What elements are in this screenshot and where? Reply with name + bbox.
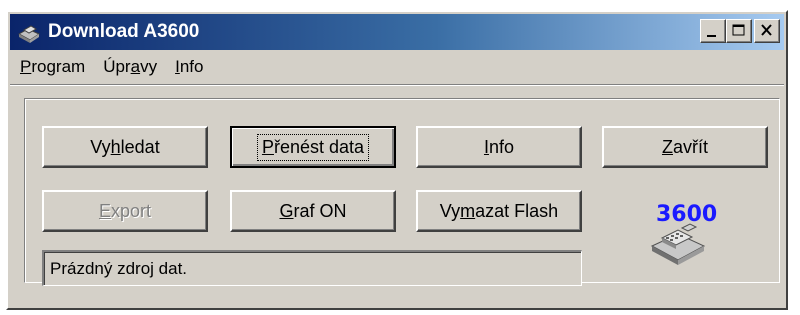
export-button[interactable]: Export bbox=[42, 190, 208, 232]
status-field: Prázdný zdroj dat. bbox=[42, 250, 582, 286]
menu-info[interactable]: Info bbox=[167, 57, 211, 77]
search-button[interactable]: Vy h ledat bbox=[42, 126, 208, 168]
menu-separator bbox=[10, 84, 784, 86]
transfer-data-button[interactable]: Přenést data bbox=[230, 126, 396, 168]
title-bar[interactable]: Download A3600 bbox=[10, 14, 784, 50]
minimize-button[interactable] bbox=[700, 19, 726, 43]
menu-bar: Program Úpravy Info bbox=[10, 52, 784, 82]
erase-flash-button[interactable]: Vy m azat Flash bbox=[416, 190, 582, 232]
focus-rectangle: Přenést data bbox=[256, 133, 370, 161]
info-button[interactable]: Info bbox=[416, 126, 582, 168]
maximize-button[interactable] bbox=[726, 19, 752, 43]
cash-register-icon bbox=[650, 223, 706, 265]
minimize-icon bbox=[707, 35, 716, 37]
window-controls bbox=[700, 19, 780, 43]
cash-register-icon bbox=[17, 25, 41, 43]
close-icon bbox=[761, 24, 772, 36]
close-window-button[interactable] bbox=[754, 19, 780, 43]
menu-program[interactable]: Program bbox=[12, 57, 93, 77]
maximize-icon bbox=[732, 24, 745, 36]
graph-on-button[interactable]: Graf ON bbox=[230, 190, 396, 232]
menu-upravy[interactable]: Úpravy bbox=[95, 57, 165, 77]
window-title: Download A3600 bbox=[48, 21, 200, 42]
close-button[interactable]: Zavřít bbox=[602, 126, 768, 168]
